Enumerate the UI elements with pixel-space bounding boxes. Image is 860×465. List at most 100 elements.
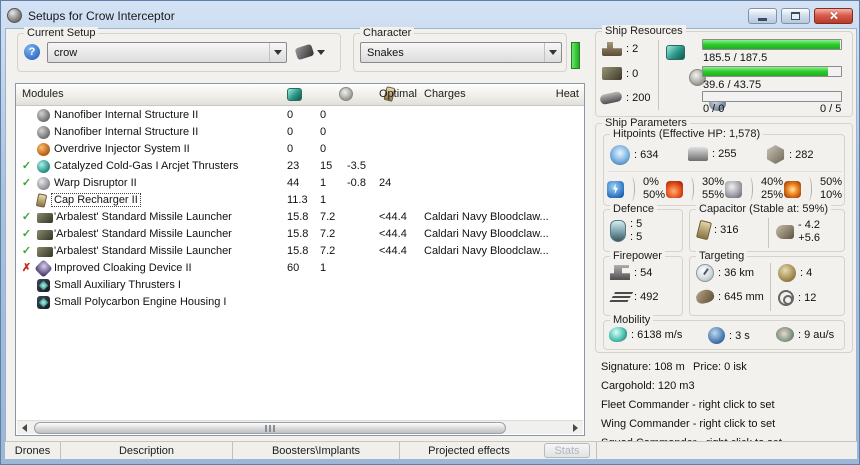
module-row[interactable]: Warp Disruptor II 44 1 -0.8 24 [16,175,584,192]
module-name: Small Polycarbon Engine Housing I [54,296,227,308]
module-name: 'Arbalest' Standard Missile Launcher [54,228,232,240]
fleet-commander-text[interactable]: Fleet Commander - right click to set [601,396,853,415]
ship-resources-group: Ship Resources : 2 : 0 : 200 185.5 / 187… [595,25,853,117]
armor-hp-value: : 255 [712,148,737,160]
module-row[interactable]: Catalyzed Cold-Gas I Arcjet Thrusters 23… [16,158,584,175]
tab-projected-effects[interactable]: Projected effects [400,442,538,459]
signature-text: Signature: 108 m [601,361,685,373]
thermal-resist: 30% 55% [666,176,724,202]
module-name: Improved Cloaking Device II [54,262,192,274]
module-optimal: <44.4 [379,211,407,223]
scan-resolution: : 12 [778,290,816,306]
shield-icon [610,145,630,165]
divider [807,177,812,201]
module-row[interactable]: Small Auxiliary Thrusters I [16,277,584,294]
help-icon[interactable]: ? [24,44,40,60]
cpu-column-icon[interactable] [287,88,302,101]
scan-resolution-icon [778,290,794,306]
module-optimal: <44.4 [379,228,407,240]
powergrid-column-icon[interactable] [339,87,354,101]
module-name: Catalyzed Cold-Gas I Arcjet Thrusters [54,160,239,172]
dps-value: : 492 [634,291,659,303]
maximize-button[interactable] [781,7,810,24]
setup-combobox-arrow[interactable] [269,43,286,62]
modules-table-header[interactable]: Modules Optimal Charges Heat [16,84,584,106]
module-row[interactable]: Overdrive Injector System II 0 0 [16,141,584,158]
tab-drones[interactable]: Drones [5,442,61,459]
max-targets-value: : 4 [800,267,813,279]
kinetic-resist-bottom: 25% [761,189,784,201]
charges-column-header[interactable]: Charges [424,88,466,100]
max-targets-icon [778,264,796,282]
setup-combobox-value: crow [54,46,78,59]
module-row[interactable]: Improved Cloaking Device II 60 1 [16,259,584,278]
module-name: 'Arbalest' Standard Missile Launcher [54,245,232,257]
module-name: Small Auxiliary Thrusters I [54,279,181,291]
fitting-tools-icon [294,43,315,61]
module-cpu: 44 [287,177,300,189]
module-row[interactable]: Small Polycarbon Engine Housing I [16,294,584,311]
module-cpu: 0 [287,109,294,121]
module-row[interactable]: Nanofiber Internal Structure II 0 0 [16,107,584,124]
tab-drones-label: Drones [14,444,51,457]
module-row[interactable]: Cap Recharger II 11.3 1 [16,192,584,209]
align-time-icon [708,327,725,344]
module-row[interactable]: 'Arbalest' Standard Missile Launcher 15.… [16,243,584,260]
explosive-resist-top: 50% [820,176,843,188]
hull-icon [766,145,785,164]
scrollbar-thumb[interactable] [34,422,506,434]
module-cap: -0.8 [347,177,366,189]
minimize-button[interactable] [748,7,777,24]
stats-button[interactable]: Stats [544,443,590,458]
current-setup-label: Current Setup [24,27,99,39]
module-charges: Caldari Navy Bloodclaw... [424,245,549,257]
module-status-icon [20,176,33,189]
modules-column-header[interactable]: Modules [22,88,64,100]
scroll-left-button[interactable] [17,422,32,434]
titlebar[interactable]: Setups for Crow Interceptor [7,5,853,26]
tab-description[interactable]: Description [61,442,233,459]
eft-window: Setups for Crow Interceptor Current Setu… [0,0,860,465]
module-type-icon [34,259,53,278]
tab-boosters-implants[interactable]: Boosters\Implants [233,442,400,459]
character-combobox[interactable]: Snakes [360,42,562,63]
drones-slots-text: 0 / 5 [820,103,842,115]
module-type-icon [37,177,50,190]
explosive-resist-bottom: 10% [820,189,843,201]
align-time: : 3 s [708,327,750,344]
heat-column-header[interactable]: Heat [556,88,579,100]
em-resist-bottom: 50% [643,189,666,201]
module-cpu: 23 [287,160,300,172]
optimal-column-header[interactable]: Optimal [379,88,417,100]
character-combobox-value: Snakes [367,46,404,59]
divider [630,177,635,201]
character-label: Character [360,27,415,39]
character-combobox-arrow[interactable] [544,43,561,62]
module-row[interactable]: 'Arbalest' Standard Missile Launcher 15.… [16,226,584,243]
arrow-left-icon [22,424,27,432]
close-button[interactable] [814,7,853,24]
module-type-icon [37,160,50,173]
targeting-range: : 36 km [696,264,754,282]
tab-boosters-implants-label: Boosters\Implants [271,444,361,457]
module-type-icon [37,213,53,223]
module-row[interactable]: Nanofiber Internal Structure II 0 0 [16,124,584,141]
module-pg: 1 [320,262,327,274]
window-title: Setups for Crow Interceptor [28,8,175,23]
module-pg: 0 [320,143,327,155]
shield-hp: : 634 [610,145,658,165]
wing-commander-text[interactable]: Wing Commander - right click to set [601,415,853,434]
module-row[interactable]: 'Arbalest' Standard Missile Launcher 15.… [16,209,584,226]
horizontal-scrollbar[interactable] [17,420,583,434]
modules-list: Nanofiber Internal Structure II 0 0 Nano… [16,107,584,311]
setup-combobox[interactable]: crow [47,42,287,63]
setup-actions-button[interactable] [294,43,325,61]
scroll-right-button[interactable] [568,422,583,434]
character-status-indicator [571,42,580,69]
turret-hardpoints: : 2 [602,42,638,56]
volley-value: : 54 [634,266,653,279]
launcher-hardpoints: : 0 [602,67,638,80]
drones-usage-text: 0 / 0 [703,103,725,115]
capacitor-delta: - 4.2 +5.6 [776,219,820,245]
module-name: Nanofiber Internal Structure II [54,126,199,138]
